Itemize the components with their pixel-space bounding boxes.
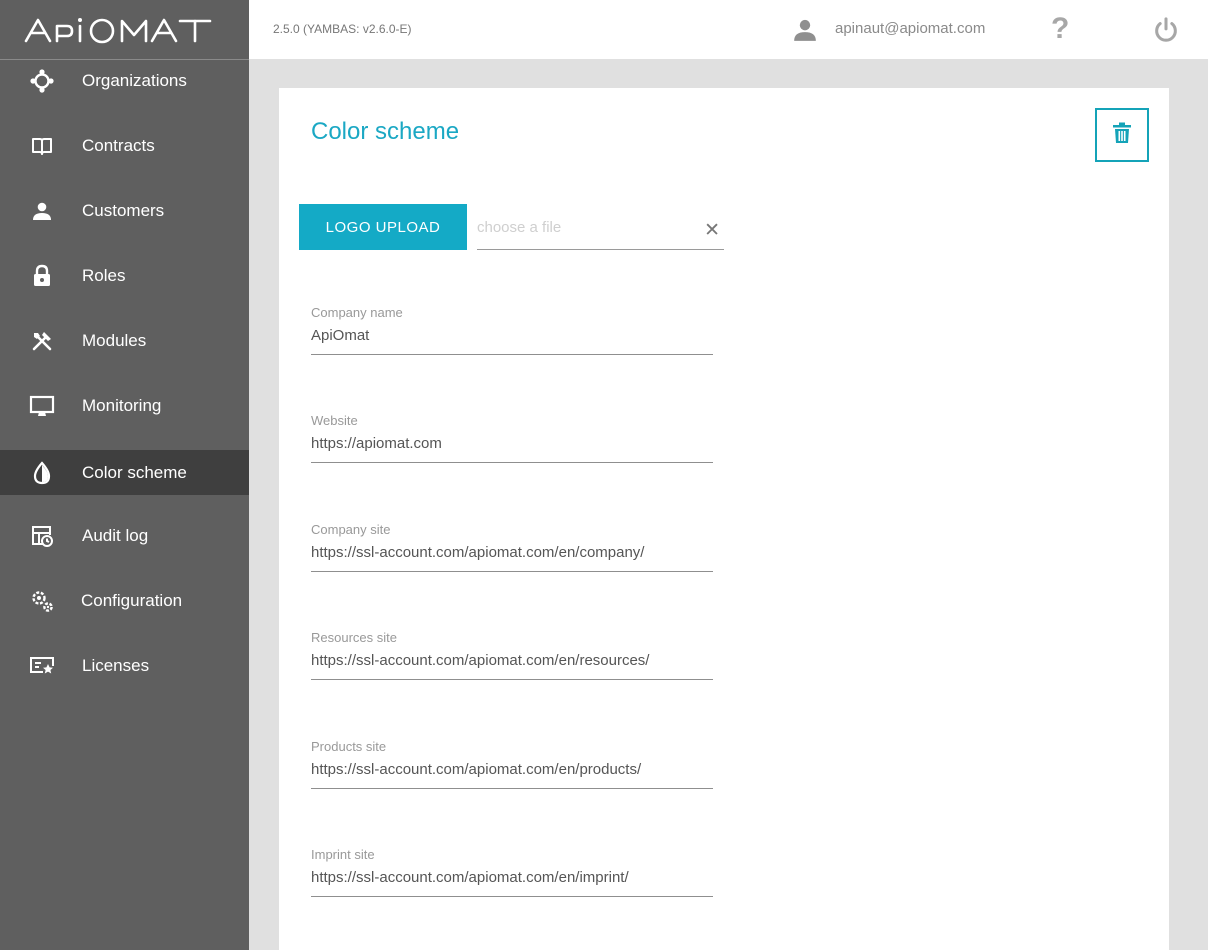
field-value[interactable]: https://ssl-account.com/apiomat.com/en/i… — [311, 869, 629, 886]
field-value[interactable]: https://ssl-account.com/apiomat.com/en/p… — [311, 761, 641, 778]
sidebar-item-monitoring[interactable]: Monitoring — [0, 383, 249, 428]
sidebar-item-configuration[interactable]: Configuration — [0, 578, 249, 623]
imprint-site-field[interactable]: Imprint site https://ssl-account.com/api… — [311, 847, 713, 897]
sidebar: Organizations Contracts Customers Roles … — [0, 0, 249, 950]
resources-site-field[interactable]: Resources site https://ssl-account.com/a… — [311, 630, 713, 680]
delete-button[interactable] — [1095, 108, 1149, 162]
file-input[interactable]: choose a file ✕ — [477, 215, 724, 250]
power-icon[interactable] — [1152, 16, 1180, 49]
apiomat-logo-icon — [24, 17, 212, 43]
app-logo[interactable] — [0, 0, 249, 60]
drop-icon — [29, 460, 55, 486]
color-scheme-card: Color scheme LOGO UPLOAD choose a file ✕… — [279, 88, 1169, 950]
field-value[interactable]: https://ssl-account.com/apiomat.com/en/c… — [311, 544, 644, 561]
sidebar-item-label: Audit log — [82, 525, 149, 545]
gears-icon — [29, 588, 55, 614]
company-site-field[interactable]: Company site https://ssl-account.com/api… — [311, 522, 713, 572]
file-placeholder: choose a file — [477, 219, 562, 236]
organizations-icon — [29, 68, 55, 94]
sidebar-item-label: Modules — [82, 330, 147, 350]
help-icon[interactable]: ? — [1051, 12, 1069, 46]
license-icon — [29, 653, 55, 679]
book-icon — [29, 133, 55, 159]
field-label: Imprint site — [311, 847, 375, 862]
field-label: Products site — [311, 739, 387, 754]
sidebar-item-label: Configuration — [81, 590, 183, 610]
field-label: Company name — [311, 305, 403, 320]
products-site-field[interactable]: Products site https://ssl-account.com/ap… — [311, 739, 713, 789]
sidebar-item-audit-log[interactable]: Audit log — [0, 513, 249, 558]
version-label: 2.5.0 (YAMBAS: v2.6.0-E) — [273, 22, 412, 36]
field-value[interactable]: https://ssl-account.com/apiomat.com/en/r… — [311, 652, 649, 669]
sidebar-item-roles[interactable]: Roles — [0, 253, 249, 298]
sidebar-item-label: Color scheme — [82, 462, 187, 482]
top-bar: 2.5.0 (YAMBAS: v2.6.0-E) apinaut@apiomat… — [249, 0, 1208, 59]
sidebar-item-color-scheme[interactable]: Color scheme — [0, 450, 249, 495]
monitor-icon — [29, 393, 55, 419]
sidebar-item-label: Roles — [82, 265, 126, 285]
field-label: Website — [311, 413, 358, 428]
website-field[interactable]: Website https://apiomat.com — [311, 413, 713, 463]
sidebar-item-modules[interactable]: Modules — [0, 318, 249, 363]
sidebar-item-label: Customers — [82, 200, 165, 220]
sidebar-item-label: Monitoring — [82, 395, 162, 415]
sidebar-item-label: Organizations — [82, 70, 187, 90]
person-icon — [29, 198, 55, 224]
sidebar-item-organizations[interactable]: Organizations — [0, 58, 249, 103]
sidebar-item-label: Contracts — [82, 135, 155, 155]
user-icon[interactable] — [791, 17, 819, 48]
field-value[interactable]: ApiOmat — [311, 327, 369, 344]
sidebar-item-licenses[interactable]: Licenses — [0, 643, 249, 688]
lock-icon — [29, 263, 55, 289]
sidebar-item-contracts[interactable]: Contracts — [0, 123, 249, 168]
field-label: Company site — [311, 522, 391, 537]
page-title: Color scheme — [311, 118, 460, 145]
clear-file-icon[interactable]: ✕ — [704, 221, 720, 240]
company-name-field[interactable]: Company name ApiOmat — [311, 305, 713, 355]
field-value[interactable]: https://apiomat.com — [311, 435, 442, 452]
trash-icon — [1112, 122, 1132, 149]
logo-upload-button[interactable]: LOGO UPLOAD — [299, 204, 467, 250]
user-email[interactable]: apinaut@apiomat.com — [835, 20, 985, 37]
tools-icon — [29, 328, 55, 354]
sidebar-item-customers[interactable]: Customers — [0, 188, 249, 233]
sidebar-item-label: Licenses — [82, 655, 150, 675]
audit-log-icon — [29, 523, 55, 549]
field-label: Resources site — [311, 630, 397, 645]
